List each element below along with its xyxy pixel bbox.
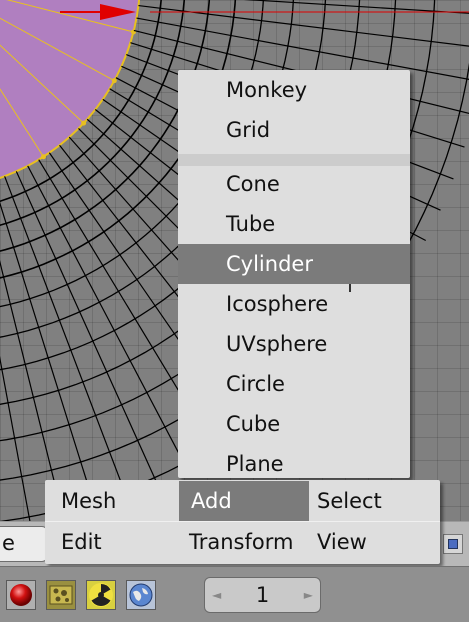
- world-button[interactable]: [126, 580, 156, 610]
- menu-edit[interactable]: Edit: [47, 522, 179, 562]
- texture-icon: [49, 585, 73, 605]
- menu-item-monkey[interactable]: Monkey: [178, 70, 410, 110]
- frame-field[interactable]: ◄ 1 ►: [204, 577, 321, 613]
- menu-view[interactable]: View: [309, 522, 440, 562]
- frame-value: 1: [255, 583, 270, 607]
- menu-item-cylinder[interactable]: Cylinder: [178, 244, 410, 284]
- menu-mesh[interactable]: Mesh: [47, 481, 179, 521]
- layer-square-icon: [448, 539, 458, 549]
- timeline-bar: ◄ 1 ►: [0, 566, 469, 622]
- record-button[interactable]: [6, 580, 36, 610]
- globe-icon: [129, 583, 153, 607]
- menu-item-icosphere[interactable]: Icosphere: [178, 284, 410, 324]
- texture-button[interactable]: [46, 580, 76, 610]
- radioactive-icon: [89, 583, 113, 607]
- menu-add[interactable]: Add: [179, 481, 309, 521]
- radioactive-button[interactable]: [86, 580, 116, 610]
- menu-item-cube[interactable]: Cube: [178, 404, 410, 444]
- add-submenu: Monkey Grid Cone Tube Cylinder Icosphere…: [178, 70, 410, 478]
- menu-select[interactable]: Select: [309, 481, 440, 521]
- menu-item-plane[interactable]: Plane: [178, 444, 410, 484]
- mesh-menu: Mesh Add Select Edit Transform View: [45, 480, 440, 564]
- frame-next-arrow[interactable]: ►: [304, 578, 313, 612]
- menu-item-circle[interactable]: Circle: [178, 364, 410, 404]
- header-field[interactable]: e: [0, 526, 48, 562]
- record-icon: [10, 584, 32, 606]
- menu-transform[interactable]: Transform: [179, 522, 309, 562]
- menu-item-grid[interactable]: Grid: [178, 110, 410, 150]
- layer-button[interactable]: [443, 534, 463, 554]
- mouse-cursor: [349, 284, 351, 292]
- menu-item-uvsphere[interactable]: UVsphere: [178, 324, 410, 364]
- menu-item-tube[interactable]: Tube: [178, 204, 410, 244]
- menu-item-cone[interactable]: Cone: [178, 164, 410, 204]
